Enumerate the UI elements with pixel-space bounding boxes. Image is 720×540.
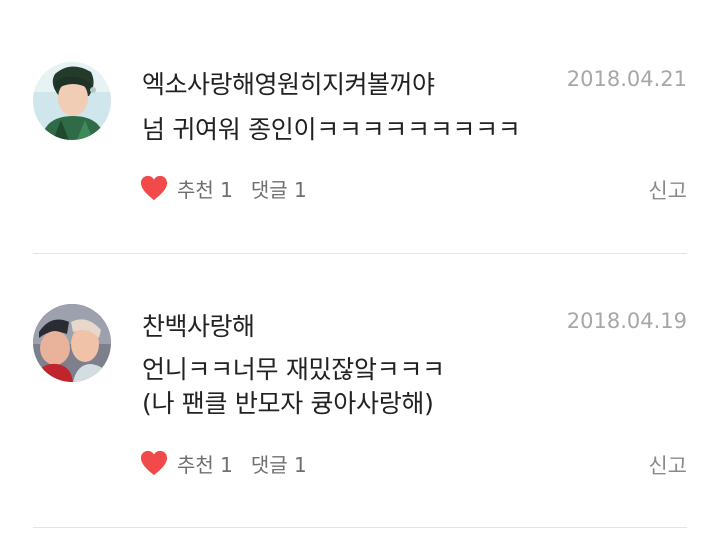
comment-actions: 추천 1 댓글 1 <box>139 173 307 203</box>
profile-photo-avatar <box>33 304 111 382</box>
heart-icon <box>140 450 168 476</box>
like-button[interactable]: 추천 1 <box>139 174 233 203</box>
comment-date: 2018.04.21 <box>566 67 687 91</box>
comment-item: 찬백사랑해 2018.04.19 언니ㅋㅋ너무 재밌잖앜ㅋㅋㅋ (나 팬클 반모… <box>0 255 720 527</box>
avatar[interactable] <box>33 304 111 382</box>
like-count: 추천 1 <box>177 452 233 477</box>
comment-item: 엑소사랑해영원히지켜볼꺼야 2018.04.21 넘 귀여워 종인이ㅋㅋㅋㅋㅋㅋ… <box>0 0 720 254</box>
comment-author[interactable]: 찬백사랑해 <box>142 307 255 343</box>
heart-icon <box>140 175 168 201</box>
comment-body: 언니ㅋㅋ너무 재밌잖앜ㅋㅋㅋ (나 팬클 반모자 큥아사랑해) <box>142 353 445 421</box>
comment-body-line: 넘 귀여워 종인이ㅋㅋㅋㅋㅋㅋㅋㅋㅋ <box>142 115 521 144</box>
comment-body-line: 언니ㅋㅋ너무 재밌잖앜ㅋㅋㅋ <box>142 355 445 384</box>
divider <box>33 253 687 254</box>
comment-actions: 추천 1 댓글 1 <box>139 448 307 478</box>
profile-photo-avatar <box>33 62 111 140</box>
report-button[interactable]: 신고 <box>648 175 687 205</box>
comment-author[interactable]: 엑소사랑해영원히지켜볼꺼야 <box>142 65 435 101</box>
comment-body: 넘 귀여워 종인이ㅋㅋㅋㅋㅋㅋㅋㅋㅋ <box>142 113 521 147</box>
avatar[interactable] <box>33 62 111 140</box>
reply-button[interactable]: 댓글 1 <box>251 174 307 203</box>
divider <box>33 527 687 528</box>
like-button[interactable]: 추천 1 <box>139 449 233 478</box>
reply-button[interactable]: 댓글 1 <box>251 449 307 478</box>
like-count: 추천 1 <box>177 177 233 202</box>
comment-date: 2018.04.19 <box>566 309 687 333</box>
report-button[interactable]: 신고 <box>648 450 687 480</box>
comment-body-line: (나 팬클 반모자 큥아사랑해) <box>142 389 434 418</box>
